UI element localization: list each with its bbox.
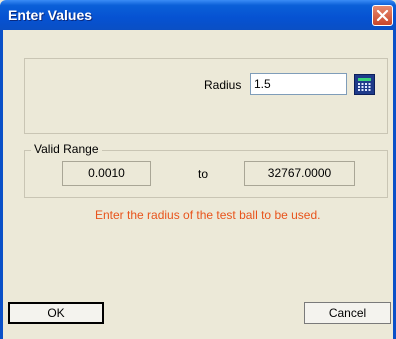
range-max-value: 32767.0000 [244, 161, 355, 186]
close-icon [376, 9, 389, 22]
valid-range-legend: Valid Range [31, 142, 102, 156]
range-min-value: 0.0010 [62, 161, 151, 186]
dialog-title: Enter Values [8, 7, 93, 23]
title-bar[interactable]: Enter Values [0, 0, 396, 30]
cancel-button[interactable]: Cancel [304, 302, 391, 324]
radius-input[interactable] [250, 73, 347, 95]
calculator-button[interactable] [354, 74, 375, 95]
hint-text: Enter the radius of the test ball to be … [95, 208, 321, 222]
ok-button[interactable]: OK [8, 302, 104, 324]
close-button[interactable] [372, 5, 393, 26]
radius-panel [24, 58, 388, 134]
enter-values-dialog: Enter Values Radius Valid Range 0.0010 t… [0, 0, 396, 339]
range-to-label: to [198, 167, 209, 181]
window-border-left [0, 30, 3, 339]
calculator-icon [358, 78, 371, 91]
radius-label: Radius [204, 78, 242, 92]
